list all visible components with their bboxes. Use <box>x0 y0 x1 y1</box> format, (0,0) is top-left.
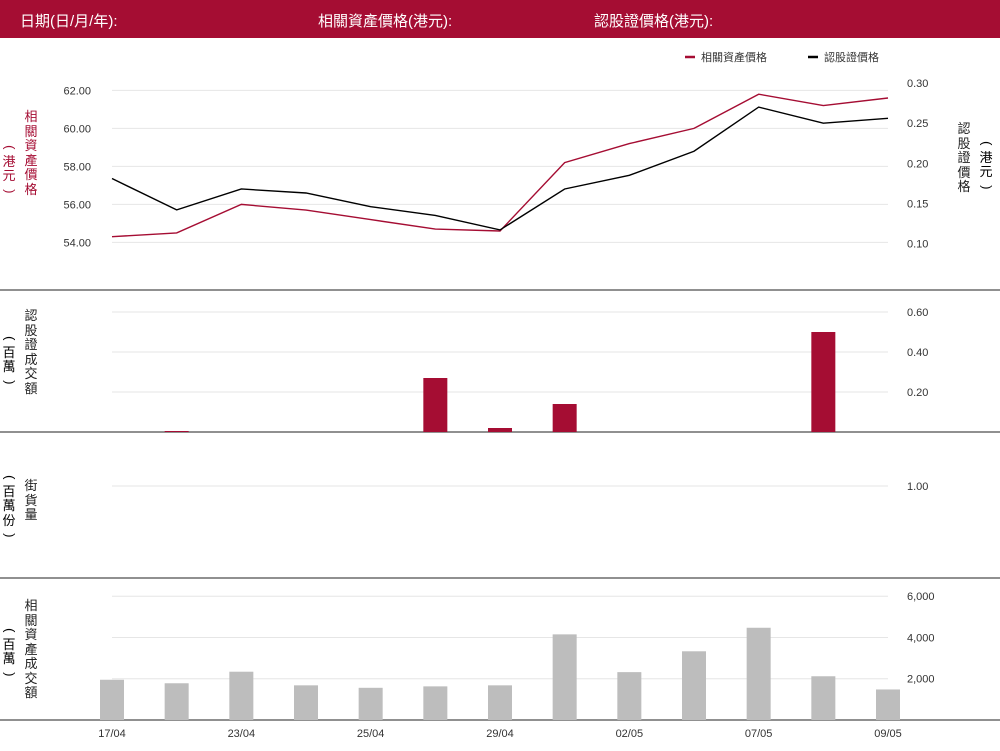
x-axis-tick-label: 09/05 <box>874 728 902 740</box>
p1-right-tick-label: 0.10 <box>907 239 928 251</box>
asset-turnover-bar <box>358 687 383 720</box>
asset-turnover-bar <box>488 685 512 720</box>
warrant-price-line <box>111 106 889 231</box>
p1-left-tick-label: 54.00 <box>63 237 91 249</box>
x-axis-tick-label: 25/04 <box>357 728 385 740</box>
p1-left-tick-label: 60.00 <box>63 123 91 135</box>
warrant-turnover-bar <box>552 404 577 432</box>
warrant-turnover-tick-label: 0.40 <box>907 347 928 359</box>
asset-price-line <box>111 93 889 238</box>
x-axis-tick-label: 23/04 <box>228 728 256 740</box>
asset-turnover-bar <box>617 672 642 720</box>
warrant-turnover-bar <box>811 332 836 432</box>
warrant-turnover-tick-label: 0.20 <box>907 387 928 399</box>
header-bar: 日期(日/月/年): 相關資產價格(港元): 認股證價格(港元): <box>0 0 1000 38</box>
asset-turnover-bar <box>164 683 189 720</box>
x-axis-tick-label: 02/05 <box>616 728 644 740</box>
asset-turnover-bar <box>811 676 836 720</box>
p1-right-tick-label: 0.30 <box>907 78 928 90</box>
p1-right-tick-label: 0.20 <box>907 158 928 170</box>
asset-turnover-bar <box>682 651 706 720</box>
asset-turnover-bar <box>746 627 771 720</box>
asset-turnover-bar <box>423 686 448 720</box>
p1-right-tick-label: 0.15 <box>907 198 928 210</box>
p1-left-tick-label: 56.00 <box>63 199 91 211</box>
warrant-turnover-bar <box>488 428 512 432</box>
asset-turnover-bar <box>100 679 124 720</box>
asset-turnover-tick-label: 2,000 <box>907 674 935 686</box>
x-axis-tick-label: 29/04 <box>486 728 514 740</box>
warrant-turnover-tick-label: 0.60 <box>907 307 928 319</box>
p1-right-tick-label: 0.25 <box>907 118 928 130</box>
asset-price-label: 相關資產價格(港元): <box>318 13 453 30</box>
legend-asset-label: 相關資產價格 <box>701 50 767 64</box>
asset-turnover-tick-label: 6,000 <box>907 591 935 603</box>
x-axis-tick-label: 07/05 <box>745 728 773 740</box>
p1-left-tick-label: 62.00 <box>63 85 91 97</box>
legend-warrant-label: 認股證價格 <box>824 50 879 64</box>
asset-turnover-bar <box>552 634 577 720</box>
asset-turnover-bar <box>876 689 900 720</box>
asset-turnover-bar <box>229 671 254 720</box>
warrant-turnover-bar <box>164 431 189 432</box>
x-axis-tick-label: 17/04 <box>98 728 126 740</box>
date-label: 日期(日/月/年): <box>20 13 118 30</box>
warrant-chart: 54.00 56.00 58.00 60.00 62.00 0.10 0.15 0.20 0.2… <box>0 50 1000 740</box>
outstanding-tick-label: 1.00 <box>907 481 928 493</box>
asset-turnover-tick-label: 4,000 <box>907 632 935 644</box>
p1-left-tick-label: 58.00 <box>63 161 91 173</box>
warrant-turnover-bar <box>423 378 448 432</box>
asset-turnover-bar <box>294 685 318 720</box>
warrant-price-label: 認股證價格(港元): <box>594 13 714 30</box>
